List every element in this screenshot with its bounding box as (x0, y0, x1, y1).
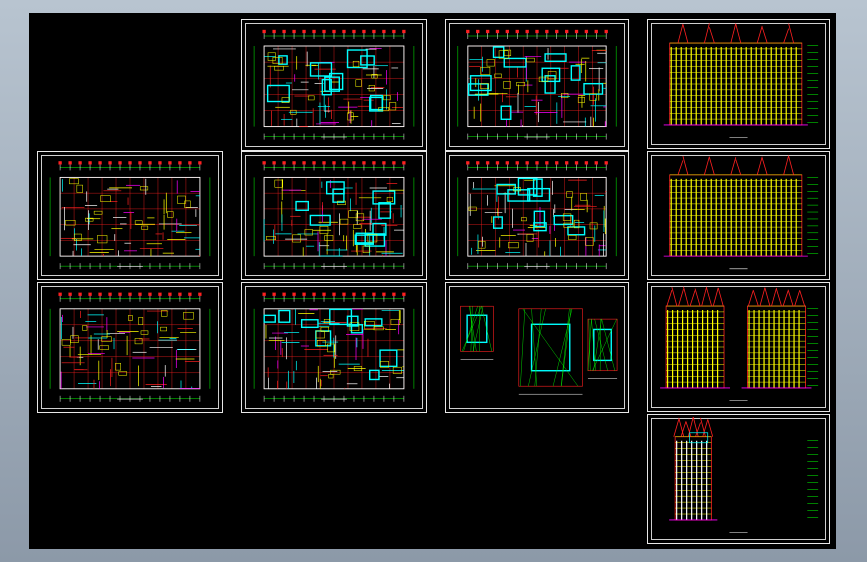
floor-plan-drawing (253, 29, 415, 140)
floor-plan-drawing (49, 161, 211, 270)
sheet-elev-front[interactable] (647, 19, 830, 149)
sheet-plan-c2[interactable] (445, 151, 629, 280)
sheet-elev-sides[interactable] (647, 282, 830, 412)
floor-plan-drawing (457, 161, 617, 270)
elevation-drawing (663, 155, 819, 270)
floor-plan-drawing (253, 161, 415, 270)
sheet-plan-b2[interactable] (241, 151, 427, 280)
sheet-plan-a-lower[interactable] (37, 282, 223, 413)
sheet-plan-b3[interactable] (241, 282, 427, 413)
sheet-plan-b1[interactable] (241, 19, 427, 151)
floor-plan-drawing (457, 29, 617, 140)
sheet-elev-rear[interactable] (647, 151, 830, 280)
sheet-plan-c1[interactable] (445, 19, 629, 151)
floor-plan-drawing (253, 292, 415, 402)
elevation-drawing (660, 286, 819, 402)
floor-plan-drawing (49, 292, 211, 402)
sheet-details[interactable] (445, 282, 629, 413)
detail-drawing (460, 305, 618, 395)
sheet-plan-a-upper[interactable] (37, 151, 223, 280)
section-drawing (669, 416, 819, 534)
elevation-drawing (663, 23, 819, 139)
sheet-section[interactable] (647, 414, 830, 544)
cad-drawing-canvas[interactable] (29, 13, 836, 549)
